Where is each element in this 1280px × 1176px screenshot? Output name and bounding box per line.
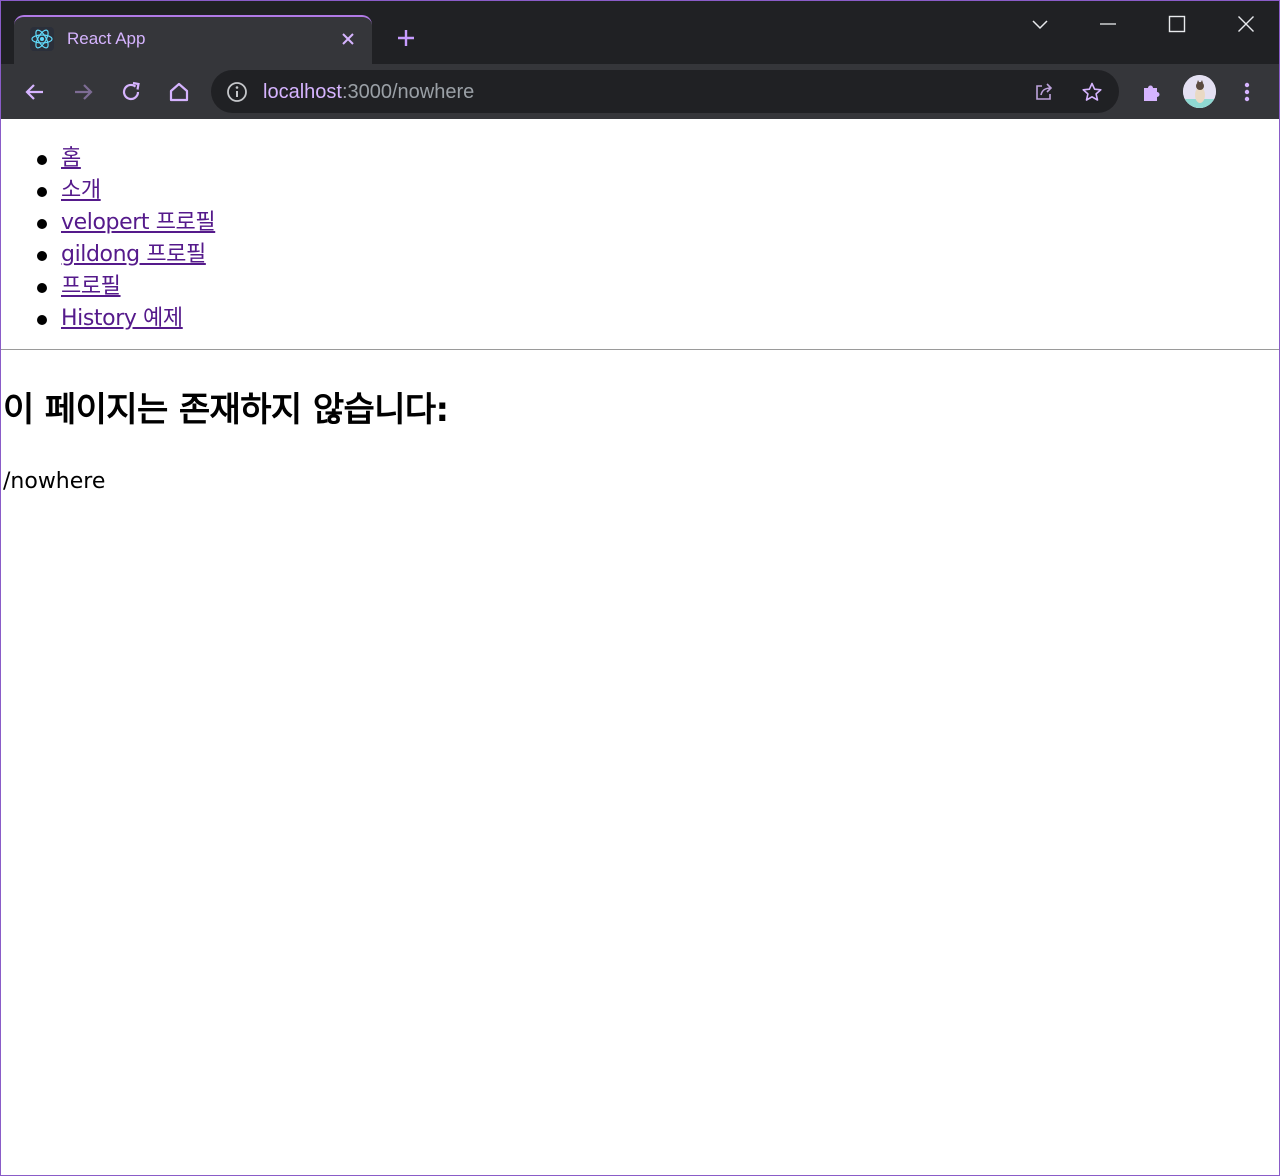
close-icon[interactable]	[1223, 9, 1269, 39]
more-menu-icon[interactable]	[1231, 76, 1263, 108]
extensions-icon[interactable]	[1136, 76, 1168, 108]
list-item: velopert 프로필	[37, 207, 1279, 239]
list-item: History 예제	[37, 303, 1279, 335]
back-arrow-icon[interactable]	[19, 76, 51, 108]
nav-link-gildong-profile[interactable]: gildong 프로필	[61, 242, 206, 267]
reload-icon[interactable]	[115, 76, 147, 108]
url-text[interactable]: localhost:3000/nowhere	[263, 81, 474, 104]
info-icon[interactable]	[225, 80, 249, 104]
star-icon[interactable]	[1079, 79, 1105, 105]
maximize-icon[interactable]	[1154, 9, 1200, 39]
home-icon[interactable]	[163, 76, 195, 108]
list-item: gildong 프로필	[37, 239, 1279, 271]
active-tab[interactable]: React App	[14, 15, 372, 64]
react-logo-icon	[30, 27, 54, 51]
url-path: :3000/nowhere	[341, 81, 475, 103]
browser-toolbar: localhost:3000/nowhere	[1, 64, 1279, 119]
tab-close-icon[interactable]	[336, 27, 360, 51]
tab-title: React App	[67, 29, 146, 48]
share-icon[interactable]	[1031, 79, 1057, 105]
browser-chrome: React App localhost:3000/nowhere	[1, 1, 1279, 119]
url-host: localhost	[263, 81, 342, 103]
list-item: 소개	[37, 175, 1279, 207]
list-item: 프로필	[37, 271, 1279, 303]
nav-link-home[interactable]: 홈	[61, 146, 81, 171]
nav-link-velopert-profile[interactable]: velopert 프로필	[61, 210, 216, 235]
nav-link-profile[interactable]: 프로필	[61, 274, 121, 299]
minimize-icon[interactable]	[1085, 9, 1131, 39]
nav-list: 홈 소개 velopert 프로필 gildong 프로필 프로필 Histor…	[1, 119, 1279, 349]
page-content: 홈 소개 velopert 프로필 gildong 프로필 프로필 Histor…	[1, 119, 1279, 494]
nav-link-history-example[interactable]: History 예제	[61, 306, 183, 331]
tab-search-icon[interactable]	[1017, 9, 1063, 39]
plus-icon[interactable]	[393, 25, 419, 51]
browser-window: React App localhost:3000/nowhere 홈 소개 ve…	[0, 0, 1280, 1176]
list-item: 홈	[37, 143, 1279, 175]
pathname-text: /nowhere	[3, 469, 106, 494]
forward-arrow-icon[interactable]	[67, 76, 99, 108]
tab-strip: React App	[1, 1, 1279, 64]
nav-link-about[interactable]: 소개	[61, 178, 101, 203]
avatar[interactable]	[1183, 75, 1216, 108]
page-title: 이 페이지는 존재하지 않습니다:	[3, 390, 449, 430]
address-bar[interactable]: localhost:3000/nowhere	[211, 70, 1119, 113]
